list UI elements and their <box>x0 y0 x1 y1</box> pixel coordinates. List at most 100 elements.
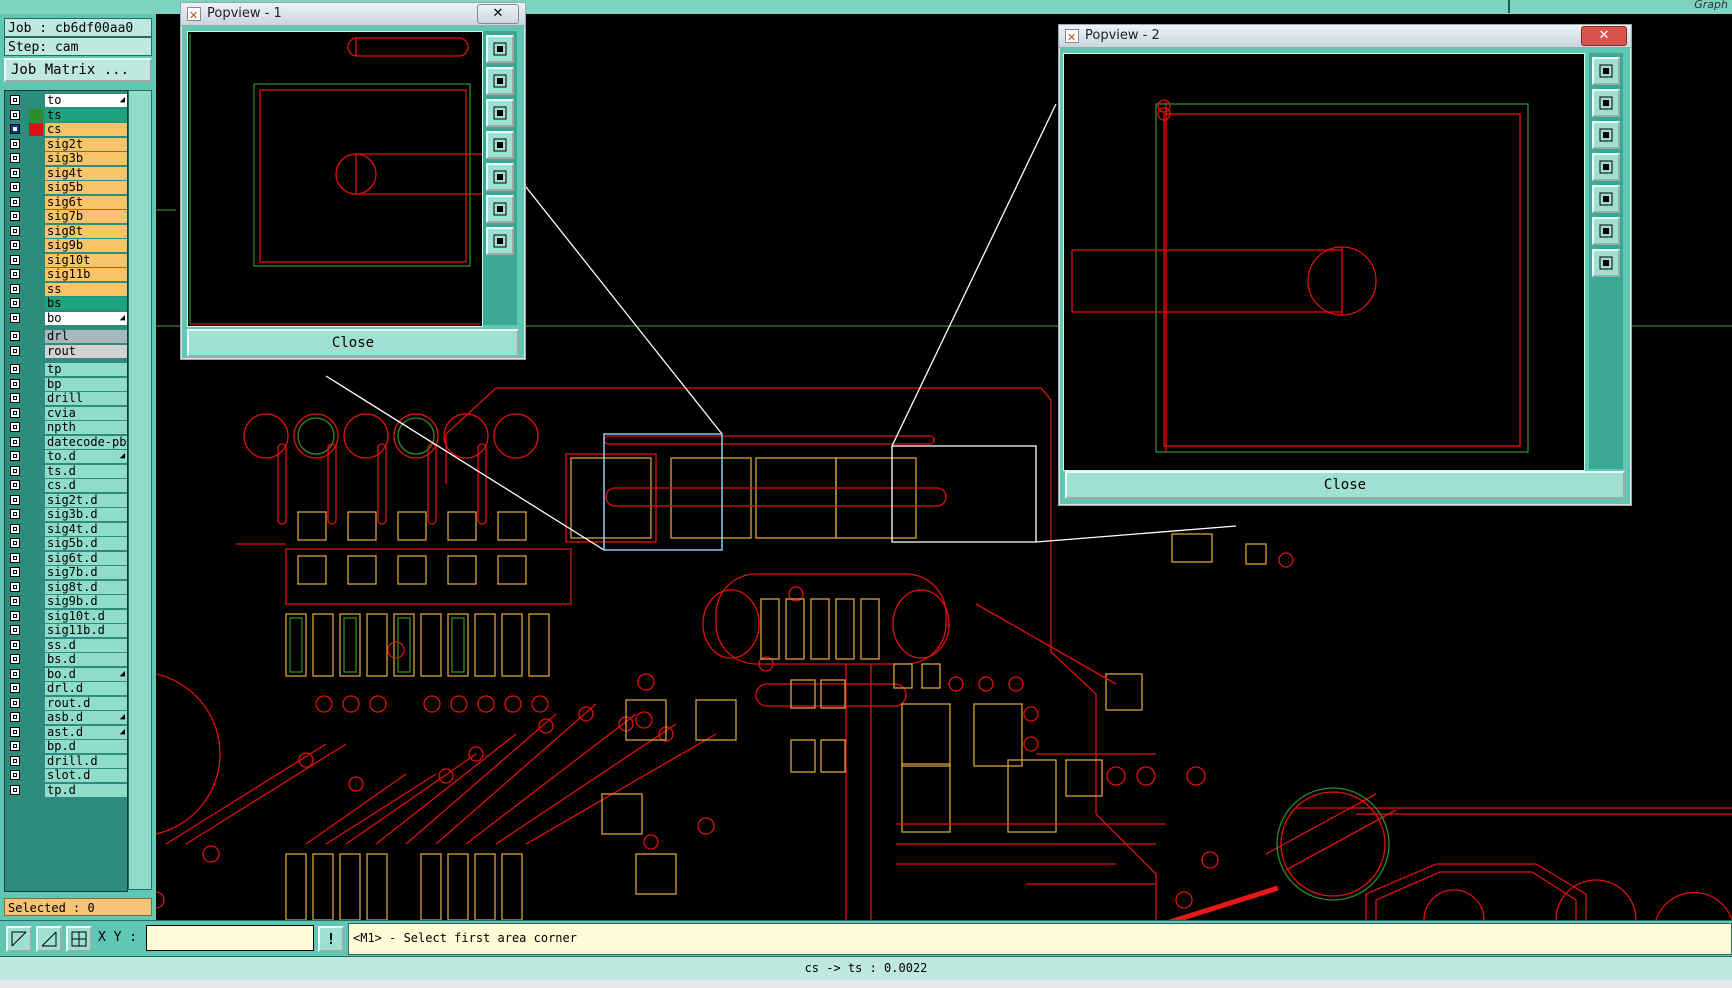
layer-checkbox[interactable] <box>10 138 20 149</box>
popview-2-viewport[interactable] <box>1063 53 1585 471</box>
layer-row-drill[interactable]: drill <box>5 391 127 406</box>
layer-name[interactable]: sig9b.d <box>45 595 127 608</box>
layer-name[interactable]: cs <box>45 123 127 136</box>
popview-1-titlebar[interactable]: Popview - 1 <box>181 3 525 27</box>
snap-mode-button[interactable] <box>6 926 32 952</box>
layer-checkbox[interactable] <box>10 654 20 664</box>
layer-name[interactable]: sig11b.d <box>45 624 127 637</box>
layer-checkbox[interactable] <box>10 712 20 722</box>
layer-row-sig5b[interactable]: sig5b <box>5 180 127 195</box>
layer-row-bp-d[interactable]: bp.d <box>5 739 127 754</box>
layer-name[interactable]: sig7b.d <box>45 566 127 579</box>
layer-name[interactable]: bp <box>45 377 127 391</box>
layer-row-to-d[interactable]: to.d ◢ <box>5 449 127 464</box>
layer-row-slot-d[interactable]: slot.d <box>5 768 127 783</box>
layer-name[interactable]: sig2t <box>45 137 127 151</box>
layer-checkbox[interactable] <box>10 240 20 250</box>
layer-row-tp-d[interactable]: tp.d <box>5 783 127 798</box>
layer-row-rout-d[interactable]: rout.d <box>5 696 127 711</box>
layer-checkbox[interactable] <box>10 269 20 279</box>
layer-checkbox[interactable] <box>10 784 20 795</box>
popview-2-titlebar[interactable]: Popview - 2 <box>1059 25 1631 49</box>
layer-checkbox[interactable] <box>10 182 20 192</box>
layer-row-sig11b[interactable]: sig11b <box>5 267 127 282</box>
layer-checkbox[interactable] <box>10 167 20 178</box>
layer-row-sig6t-d[interactable]: sig6t.d <box>5 551 127 566</box>
layer-row-sig11b-d[interactable]: sig11b.d <box>5 623 127 638</box>
popup-tool-button[interactable] <box>1592 249 1620 277</box>
layer-name[interactable]: to ◢ <box>45 94 127 107</box>
layer-row-cs[interactable]: cs <box>5 122 127 137</box>
layer-checkbox[interactable] <box>10 625 20 635</box>
layer-checkbox[interactable] <box>10 298 20 308</box>
popview-1-window[interactable]: Popview - 1 ✕ Close <box>180 2 526 360</box>
popup-tool-button[interactable] <box>1592 153 1620 181</box>
info-button[interactable]: ! <box>318 926 344 952</box>
layer-row-sig8t[interactable]: sig8t <box>5 224 127 239</box>
layer-row-to[interactable]: to ◢ <box>5 93 127 108</box>
layer-checkbox[interactable] <box>10 639 20 650</box>
layer-name[interactable]: sig3b.d <box>45 508 127 521</box>
layer-name[interactable]: datecode-pbe <box>45 435 127 449</box>
layer-name[interactable]: ts <box>45 108 127 122</box>
layer-name[interactable]: to.d ◢ <box>45 450 127 463</box>
layer-name[interactable]: bs.d <box>45 653 127 666</box>
layer-name[interactable]: sig9b <box>45 239 127 252</box>
popview-2-close-button[interactable]: Close <box>1065 471 1625 499</box>
layer-row-ss[interactable]: ss <box>5 282 127 297</box>
layer-checkbox[interactable] <box>10 345 20 356</box>
layer-name[interactable]: asb.d ◢ <box>45 711 127 724</box>
layer-name[interactable]: npth <box>45 421 127 434</box>
layer-checkbox[interactable] <box>10 596 20 606</box>
layer-row-ts[interactable]: ts <box>5 108 127 123</box>
layer-name[interactable]: sig6t <box>45 195 127 209</box>
layer-name[interactable]: rout.d <box>45 696 127 710</box>
layer-name[interactable]: bo.d ◢ <box>45 667 127 681</box>
popup-tool-button[interactable] <box>1592 185 1620 213</box>
layer-checkbox[interactable] <box>10 378 20 389</box>
layer-checkbox[interactable] <box>10 436 20 447</box>
layer-checkbox[interactable] <box>10 552 20 563</box>
layer-checkbox[interactable] <box>10 331 20 341</box>
layer-name[interactable]: sig10t <box>45 253 127 267</box>
layer-checkbox[interactable] <box>10 567 20 577</box>
layer-checkbox[interactable] <box>10 494 20 505</box>
layer-row-sig2t-d[interactable]: sig2t.d <box>5 493 127 508</box>
layer-row-sig2t[interactable]: sig2t <box>5 137 127 152</box>
measure-mode-button[interactable] <box>36 926 62 952</box>
layer-checkbox[interactable] <box>10 364 20 374</box>
layer-row-cs-d[interactable]: cs.d <box>5 478 127 493</box>
layer-list-scrollbar[interactable] <box>128 90 152 890</box>
layer-name[interactable]: drl.d <box>45 682 127 695</box>
popview-2-window[interactable]: Popview - 2 ✕ Close <box>1058 24 1632 506</box>
popup-tool-button[interactable] <box>486 131 514 159</box>
layer-checkbox[interactable] <box>10 610 20 621</box>
layer-row-tp[interactable]: tp <box>5 362 127 377</box>
layer-row-sig9b[interactable]: sig9b <box>5 238 127 253</box>
layer-name[interactable]: cvia <box>45 406 127 420</box>
layer-name[interactable]: drill <box>45 392 127 405</box>
grid-mode-button[interactable] <box>66 926 92 952</box>
layer-name[interactable]: sig7b <box>45 210 127 223</box>
layer-checkbox[interactable] <box>10 196 20 207</box>
layer-checkbox[interactable] <box>10 95 20 105</box>
layer-checkbox[interactable] <box>10 697 20 708</box>
layer-row-sig5b-d[interactable]: sig5b.d <box>5 536 127 551</box>
popview-1-viewport[interactable] <box>187 31 483 327</box>
layer-row-drl-d[interactable]: drl.d <box>5 681 127 696</box>
layer-checkbox[interactable] <box>10 211 20 221</box>
layer-row-sig7b-d[interactable]: sig7b.d <box>5 565 127 580</box>
layer-name[interactable]: ss.d <box>45 638 127 652</box>
popup-tool-button[interactable] <box>1592 121 1620 149</box>
layer-name[interactable]: drill.d <box>45 754 127 768</box>
layer-row-drl[interactable]: drl <box>5 329 127 344</box>
layer-row-ss-d[interactable]: ss.d <box>5 638 127 653</box>
layer-name[interactable]: sig11b <box>45 268 127 281</box>
layer-checkbox[interactable] <box>10 312 20 323</box>
layer-row-sig4t[interactable]: sig4t <box>5 166 127 181</box>
layer-name[interactable]: sig3b <box>45 152 127 165</box>
layer-checkbox[interactable] <box>10 109 20 120</box>
layer-name[interactable]: sig4t.d <box>45 522 127 536</box>
layer-name[interactable]: tp.d <box>45 783 127 797</box>
layer-checkbox[interactable] <box>10 509 20 519</box>
